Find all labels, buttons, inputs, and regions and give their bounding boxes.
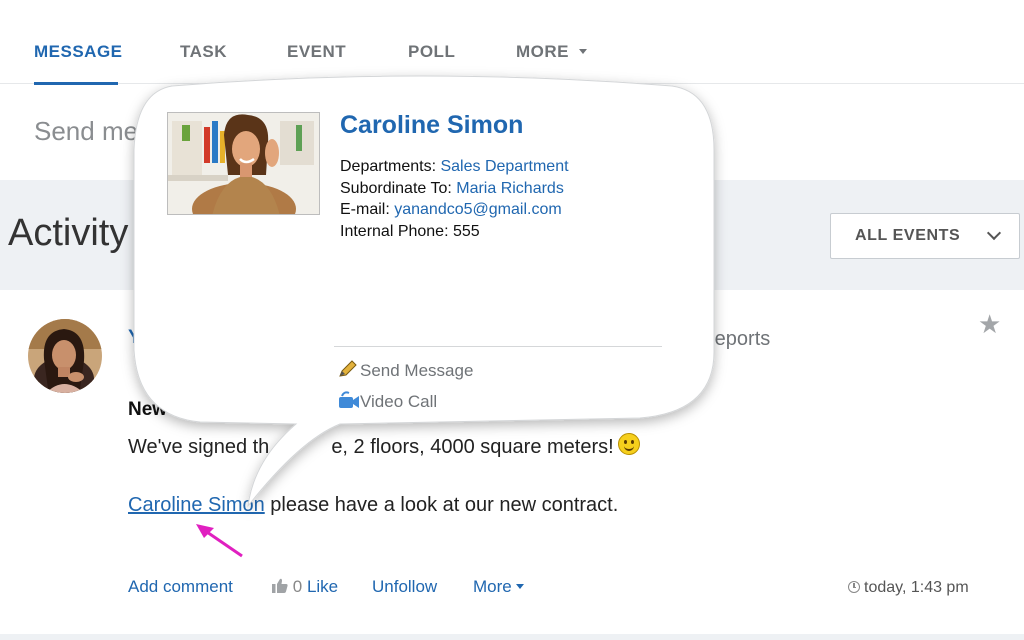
feed-divider <box>0 634 1024 640</box>
department-link[interactable]: Sales Department <box>440 158 568 175</box>
card-divider <box>334 346 662 347</box>
post-destination: reports <box>708 328 771 350</box>
annotation-arrow-icon <box>196 524 243 558</box>
like-label: Like <box>306 577 339 596</box>
departments-label: Departments: <box>340 158 441 175</box>
email-link[interactable]: yanandco5@gmail.com <box>394 201 561 218</box>
manager-link[interactable]: Maria Richards <box>456 180 564 197</box>
more-menu[interactable]: More <box>473 577 524 597</box>
departments-row: Departments: Sales Department <box>340 156 569 178</box>
post-timestamp: today, 1:43 pm <box>848 579 969 597</box>
thumbs-up-icon <box>272 578 288 593</box>
events-filter-dropdown[interactable]: ALL EVENTS <box>830 213 1020 259</box>
page-title: Activity <box>8 212 129 254</box>
tab-more-label: MORE <box>516 42 569 61</box>
tab-event[interactable]: EVENT <box>287 42 346 62</box>
chevron-down-icon <box>986 225 1002 241</box>
tab-more[interactable]: MORE <box>516 42 587 62</box>
post-text-start: We've signed th <box>128 436 270 458</box>
phone-label: Internal Phone: <box>340 222 453 240</box>
email-row: E-mail: yanandco5@gmail.com <box>340 199 569 221</box>
unfollow-link[interactable]: Unfollow <box>372 577 437 597</box>
user-name[interactable]: Caroline Simon <box>340 111 523 140</box>
smiley-icon <box>617 433 640 455</box>
like-button[interactable]: 0 Like <box>272 577 338 597</box>
composer-placeholder: Send me <box>34 116 139 146</box>
post-time: today, 1:43 pm <box>864 579 969 596</box>
video-call-label: Video Call <box>360 391 438 411</box>
like-count: 0 <box>292 577 303 596</box>
video-call-button[interactable]: Video Call <box>338 391 437 414</box>
user-info-card: Caroline Simon Departments: Sales Depart… <box>150 90 700 420</box>
pencil-icon <box>338 360 360 383</box>
star-icon[interactable]: ★ <box>978 309 1001 340</box>
subordinate-row: Subordinate To: Maria Richards <box>340 178 569 200</box>
user-details: Departments: Sales Department Subordinat… <box>340 156 569 242</box>
avatar[interactable] <box>28 319 102 393</box>
post-text-rest: please have a look at our new contract. <box>264 494 619 516</box>
mention-link[interactable]: Caroline Simon <box>128 494 265 516</box>
more-label: More <box>473 577 512 596</box>
chevron-down-icon <box>515 584 524 589</box>
user-photo[interactable] <box>167 112 320 215</box>
video-call-icon <box>338 391 360 414</box>
tab-message[interactable]: MESSAGE <box>34 42 123 62</box>
tab-task[interactable]: TASK <box>180 42 227 62</box>
events-filter-label: ALL EVENTS <box>855 227 961 244</box>
subordinate-label: Subordinate To: <box>340 179 457 197</box>
tab-poll[interactable]: POLL <box>408 42 455 62</box>
post-text-line1: We've signed th e, 2 floors, 4000 square … <box>128 433 640 459</box>
post-actions: Add comment 0 Like Unfollow More today, … <box>128 577 988 601</box>
post-text-line2: Caroline Simon please have a look at our… <box>128 494 618 517</box>
chevron-down-icon <box>579 49 587 54</box>
send-message-label: Send Message <box>360 360 474 380</box>
send-message-button[interactable]: Send Message <box>338 360 473 383</box>
phone-row: Internal Phone: 555 <box>340 221 569 243</box>
post-author[interactable]: Y <box>128 327 141 349</box>
email-label: E-mail: <box>340 201 395 218</box>
post-type-tabs: MESSAGE TASK EVENT POLL MORE <box>0 0 1024 85</box>
phone-value: 555 <box>452 222 480 240</box>
add-comment-link[interactable]: Add comment <box>128 577 233 597</box>
clock-icon <box>848 581 860 593</box>
post-text-end: e, 2 floors, 4000 square meters! <box>331 436 614 458</box>
